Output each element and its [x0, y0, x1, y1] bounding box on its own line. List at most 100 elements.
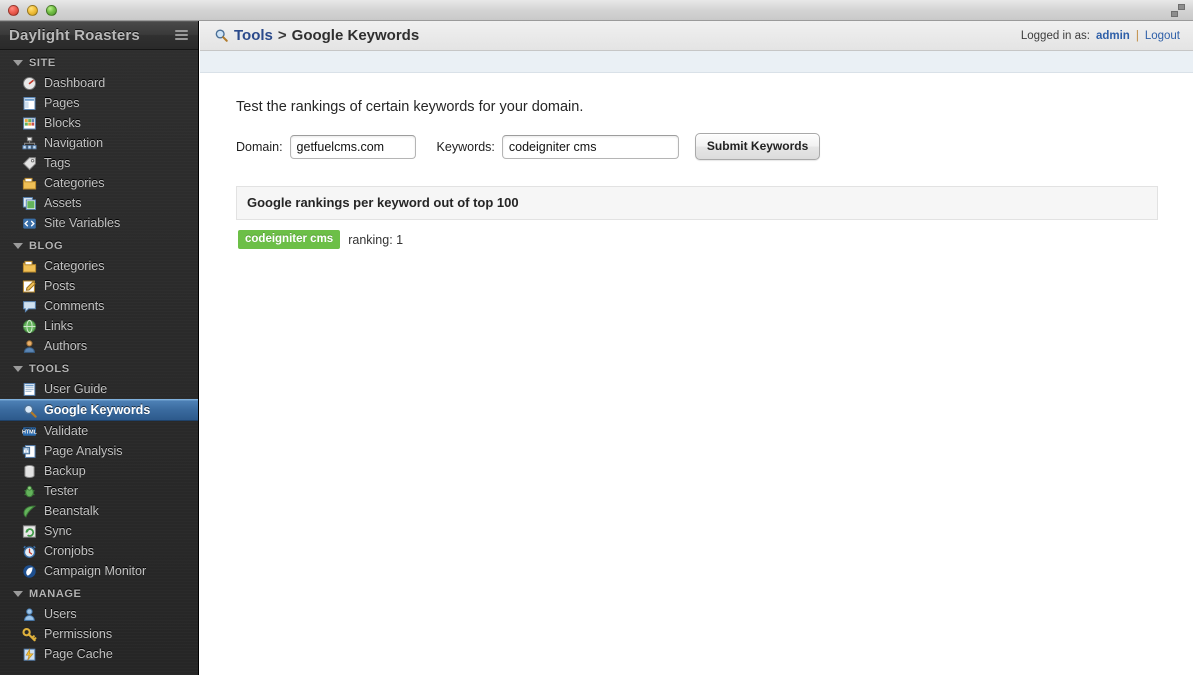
sidebar-item-navigation[interactable]: Navigation [0, 133, 198, 153]
database-icon [22, 464, 37, 479]
keyword-form: Domain: Keywords: Submit Keywords [236, 133, 1193, 160]
sidebar-item-page-analysis[interactable]: Page Analysis [0, 441, 198, 461]
images-icon [22, 196, 37, 211]
sidebar-item-links[interactable]: Links [0, 316, 198, 336]
svg-text:HTML: HTML [22, 429, 37, 435]
sidebar-item-blocks[interactable]: Blocks [0, 113, 198, 133]
breadcrumb-section[interactable]: Tools [234, 27, 273, 44]
folder-icon [22, 176, 37, 191]
login-status: Logged in as: admin | Logout [1021, 30, 1180, 42]
app-window: Daylight Roasters SITE Dashboard Pages Bloc… [0, 0, 1193, 675]
window-titlebar [0, 0, 1193, 21]
sidebar-item-backup[interactable]: Backup [0, 461, 198, 481]
sidebar-item-label: Campaign Monitor [44, 564, 147, 578]
sidebar-item-label: Beanstalk [44, 504, 99, 518]
sidebar-item-user-guide[interactable]: User Guide [0, 379, 198, 399]
page-icon [22, 96, 37, 111]
sidebar-item-label: Google Keywords [44, 403, 151, 417]
analysis-icon [22, 444, 37, 459]
sidebar-item-validate[interactable]: HTML Validate [0, 421, 198, 441]
breadcrumb-page: Google Keywords [291, 27, 420, 44]
caret-down-icon [13, 366, 23, 372]
sidebar-item-label: Navigation [44, 136, 104, 150]
sidebar-item-label: Backup [44, 464, 86, 478]
sidebar-item-label: Users [44, 607, 77, 621]
sidebar-item-label: Posts [44, 279, 76, 293]
ranking-row: codeigniter cms ranking: 1 [236, 220, 1158, 249]
content-area: Tools > Google Keywords Logged in as: ad… [200, 21, 1193, 675]
sidebar-item-label: Permissions [44, 627, 113, 641]
sidebar-item-label: Categories [44, 259, 105, 273]
sidebar-item-label: Site Variables [44, 216, 121, 230]
search-icon [22, 403, 37, 418]
sidebar-item-label: Assets [44, 196, 82, 210]
sidebar-item-beanstalk[interactable]: Beanstalk [0, 501, 198, 521]
caret-down-icon [13, 591, 23, 597]
sidebar-item-label: Dashboard [44, 76, 106, 90]
sidebar-item-label: Blocks [44, 116, 81, 130]
sidebar-item-campaign-monitor[interactable]: Campaign Monitor [0, 561, 198, 581]
caret-down-icon [13, 243, 23, 249]
sidebar-item-categories[interactable]: Categories [0, 173, 198, 193]
sidebar-item-label: Page Analysis [44, 444, 123, 458]
brand-title: Daylight Roasters [9, 26, 140, 44]
sidebar-item-assets[interactable]: Assets [0, 193, 198, 213]
sidebar-item-sync[interactable]: Sync [0, 521, 198, 541]
submit-keywords-button[interactable]: Submit Keywords [694, 133, 821, 160]
sidebar-section-tools[interactable]: TOOLS [0, 356, 198, 379]
close-window-button[interactable] [8, 4, 19, 16]
cache-icon [22, 647, 37, 662]
maximize-window-button[interactable] [46, 4, 57, 16]
sidebar-item-label: Validate [44, 424, 89, 438]
sidebar-item-label: Cronjobs [44, 544, 95, 558]
sync-icon [22, 524, 37, 539]
sidebar-item-dashboard[interactable]: Dashboard [0, 73, 198, 93]
minimize-window-button[interactable] [27, 4, 38, 16]
search-icon [214, 28, 229, 43]
sidebar-section-label: BLOG [29, 240, 64, 252]
results-heading: Google rankings per keyword out of top 1… [236, 186, 1158, 220]
keyword-badge: codeigniter cms [238, 230, 341, 249]
sidebar-item-authors[interactable]: Authors [0, 336, 198, 356]
sidebar-item-posts[interactable]: Posts [0, 276, 198, 296]
sidebar-item-label: Comments [44, 299, 105, 313]
sidebar-item-pages[interactable]: Pages [0, 93, 198, 113]
keywords-input[interactable] [501, 134, 679, 159]
sidebar-item-cronjobs[interactable]: Cronjobs [0, 541, 198, 561]
resize-icon[interactable] [1171, 4, 1185, 17]
caret-down-icon [13, 60, 23, 66]
logout-link[interactable]: Logout [1145, 30, 1180, 42]
sidebar-item-categories[interactable]: Categories [0, 256, 198, 276]
page-description: Test the rankings of certain keywords fo… [236, 99, 584, 115]
sidebar-brand: Daylight Roasters [0, 21, 198, 50]
sidebar-section-label: TOOLS [29, 363, 70, 375]
sidebar-item-permissions[interactable]: Permissions [0, 624, 198, 644]
sidebar-item-users[interactable]: Users [0, 604, 198, 624]
comment-icon [22, 299, 37, 314]
sitemap-icon [22, 136, 37, 151]
sidebar: Daylight Roasters SITE Dashboard Pages Bloc… [0, 21, 199, 675]
sidebar-item-google-keywords[interactable]: Google Keywords [0, 399, 198, 421]
sidebar-item-tags[interactable]: Tags [0, 153, 198, 173]
sidebar-section-manage[interactable]: MANAGE [0, 581, 198, 604]
sidebar-item-comments[interactable]: Comments [0, 296, 198, 316]
hamburger-icon[interactable] [175, 30, 188, 40]
book-icon [22, 382, 37, 397]
sidebar-item-label: Links [44, 319, 74, 333]
sidebar-item-label: Tags [44, 156, 71, 170]
bug-icon [22, 484, 37, 499]
sidebar-section-label: MANAGE [29, 588, 82, 600]
domain-input[interactable] [289, 134, 416, 159]
username-link[interactable]: admin [1096, 30, 1130, 42]
sidebar-item-page-cache[interactable]: Page Cache [0, 644, 198, 664]
breadcrumb-separator: > [277, 27, 287, 44]
sidebar-section-blog[interactable]: BLOG [0, 233, 198, 256]
sidebar-section-label: SITE [29, 57, 56, 69]
gauge-icon [22, 76, 37, 91]
tag-icon [22, 156, 37, 171]
sidebar-item-site-variables[interactable]: Site Variables [0, 213, 198, 233]
leaf-icon [22, 504, 37, 519]
sidebar-section-site[interactable]: SITE [0, 50, 198, 73]
sidebar-item-tester[interactable]: Tester [0, 481, 198, 501]
html-icon: HTML [22, 424, 37, 439]
